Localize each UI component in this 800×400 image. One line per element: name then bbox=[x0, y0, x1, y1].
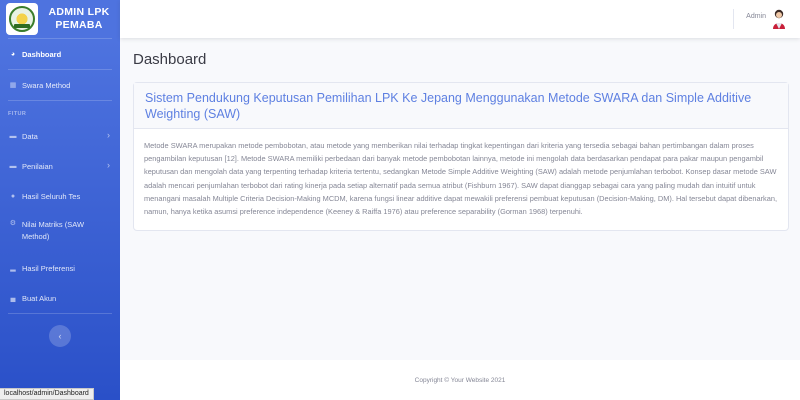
sidebar-item-hasil-seluruh-tes[interactable]: ● Hasil Seluruh Tes bbox=[0, 181, 120, 211]
sidebar-item-hasil-preferensi[interactable]: ▂ Hasil Preferensi bbox=[0, 253, 120, 283]
sidebar-item-label: Hasil Preferensi bbox=[22, 263, 75, 273]
brand-text: ADMIN LPK PEMABA bbox=[44, 6, 114, 32]
folder-icon: ▬ bbox=[9, 162, 17, 170]
sidebar-item-label: Data bbox=[22, 131, 38, 141]
chevron-left-icon: ‹ bbox=[58, 331, 62, 341]
check-circle-icon: ● bbox=[10, 192, 16, 200]
sidebar-item-buat-akun[interactable]: ▄ Buat Akun bbox=[0, 283, 120, 313]
folder-icon: ▬ bbox=[9, 132, 17, 140]
brand-line1: ADMIN LPK bbox=[48, 6, 110, 18]
sidebar-item-label: Dashboard bbox=[22, 49, 62, 59]
sidebar: ADMIN LPK PEMABA ◕ Dashboard ▦ Swara Met… bbox=[0, 0, 120, 400]
sidebar-item-penilaian[interactable]: ▬ Penilaian › bbox=[0, 151, 120, 181]
footer: Copyright © Your Website 2021 bbox=[120, 360, 800, 400]
sidebar-brand[interactable]: ADMIN LPK PEMABA bbox=[0, 0, 120, 38]
cogs-icon: ⚙ bbox=[9, 220, 17, 227]
card-title: Sistem Pendukung Keputusan Pemilihan LPK… bbox=[145, 91, 752, 121]
user-avatar-icon[interactable] bbox=[771, 8, 787, 30]
main-content: Dashboard Sistem Pendukung Keputusan Pem… bbox=[120, 38, 800, 360]
card-header: Sistem Pendukung Keputusan Pemilihan LPK… bbox=[134, 83, 788, 129]
brand-line2: PEMABA bbox=[55, 19, 103, 31]
chart-area-icon: ▄ bbox=[10, 294, 16, 302]
sidebar-item-label: Swara Method bbox=[22, 80, 71, 90]
sidebar-item-data[interactable]: ▬ Data › bbox=[0, 121, 120, 151]
sidebar-item-dashboard[interactable]: ◕ Dashboard bbox=[0, 39, 120, 69]
copyright-text: Copyright © Your Website 2021 bbox=[414, 376, 506, 384]
brand-logo bbox=[6, 3, 38, 35]
sidebar-item-swara-method[interactable]: ▦ Swara Method bbox=[0, 70, 120, 100]
sidebar-item-label: Penilaian bbox=[22, 161, 53, 171]
chevron-right-icon: › bbox=[107, 130, 110, 140]
sidebar-item-label: Hasil Seluruh Tes bbox=[22, 191, 81, 201]
topbar: Admin bbox=[120, 0, 800, 38]
sidebar-item-label: Nilai Matriks (SAW Method) bbox=[21, 220, 85, 241]
sidebar-toggle-button[interactable]: ‹ bbox=[49, 325, 71, 347]
chevron-right-icon: › bbox=[107, 160, 110, 170]
browser-status-url: localhost/admin/Dashboard bbox=[0, 388, 94, 400]
topbar-divider bbox=[733, 9, 734, 29]
page-title: Dashboard bbox=[133, 51, 207, 68]
sidebar-item-nilai-matriks[interactable]: ⚙ Nilai Matriks (SAW Method) bbox=[0, 211, 120, 253]
chart-bar-icon: ▂ bbox=[10, 265, 16, 272]
card-body: Metode SWARA merupakan metode pembobotan… bbox=[144, 141, 778, 217]
table-icon: ▦ bbox=[9, 82, 17, 89]
sidebar-heading: FITUR bbox=[8, 111, 27, 117]
tachometer-icon: ◕ bbox=[10, 50, 16, 58]
info-card: Sistem Pendukung Keputusan Pemilihan LPK… bbox=[133, 82, 789, 232]
sidebar-divider bbox=[8, 313, 112, 314]
user-name[interactable]: Admin bbox=[746, 13, 766, 20]
sidebar-item-label: Buat Akun bbox=[22, 293, 57, 303]
